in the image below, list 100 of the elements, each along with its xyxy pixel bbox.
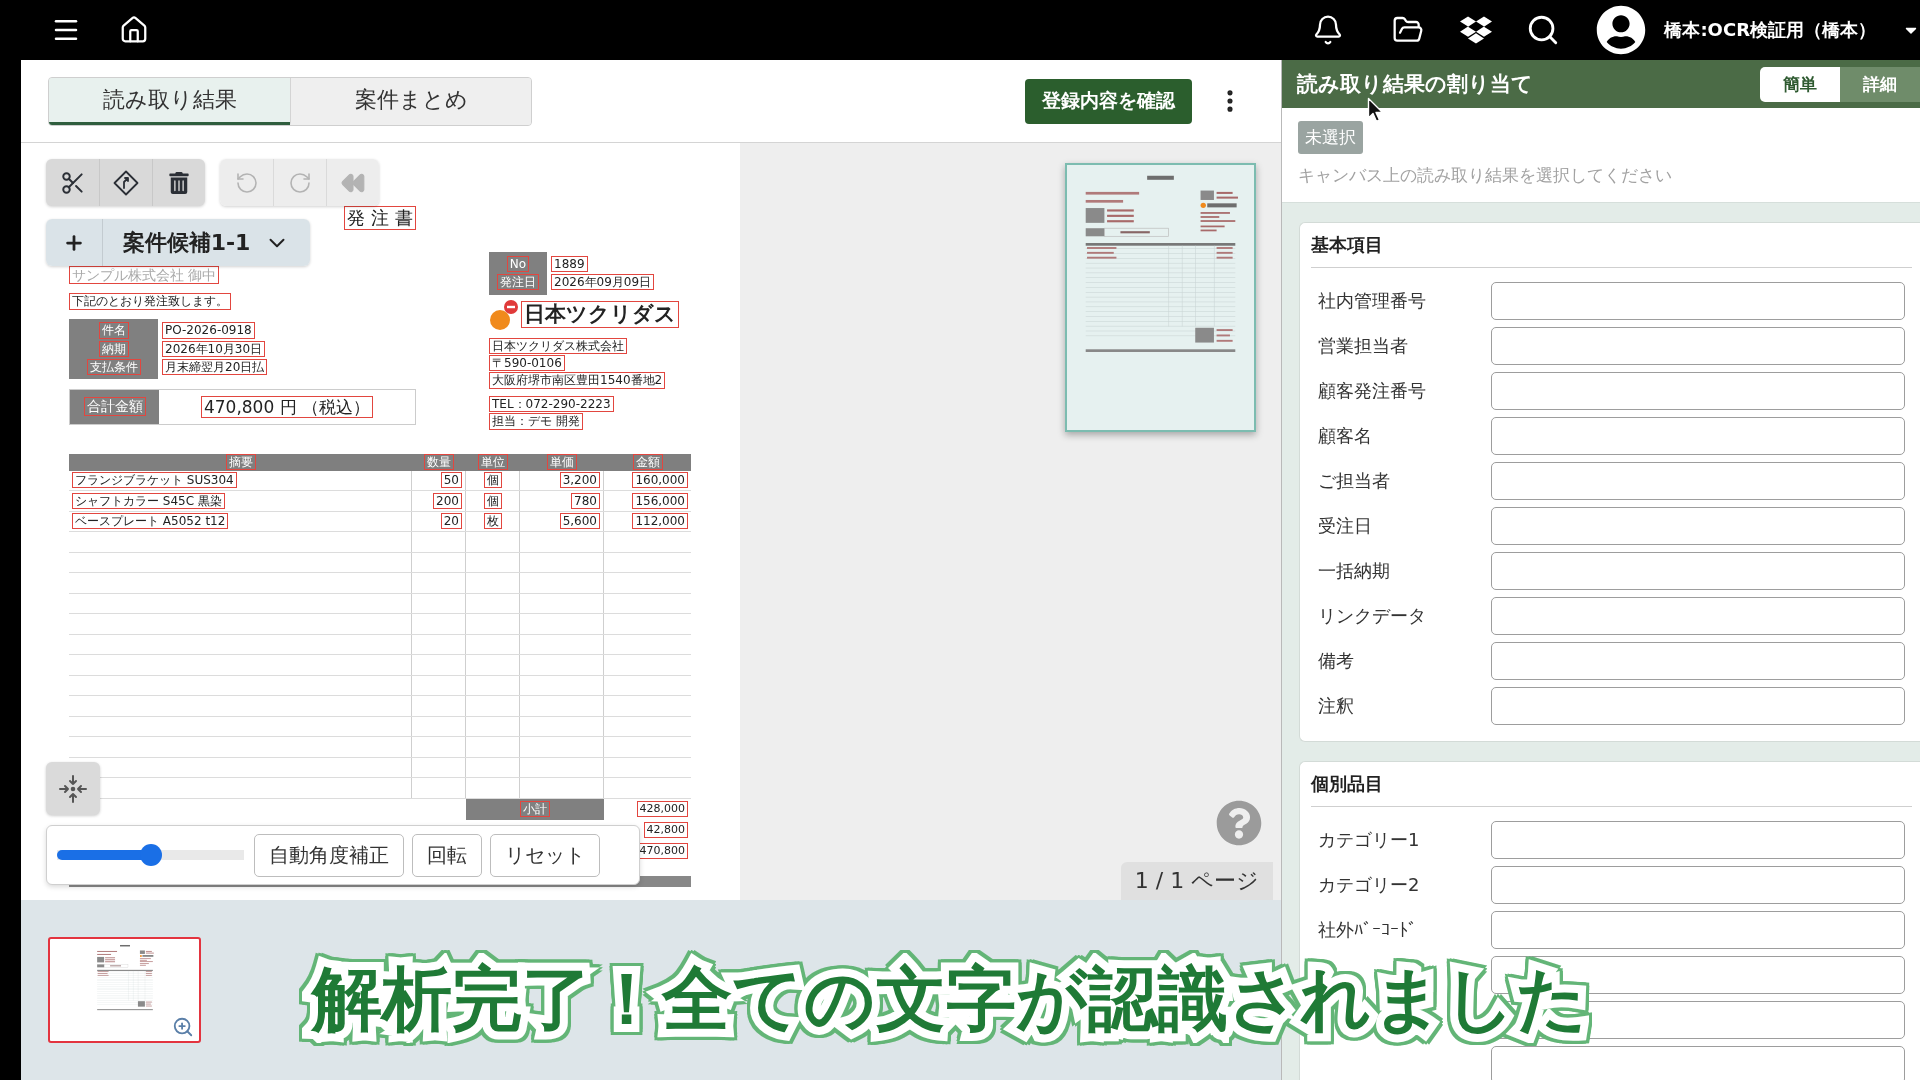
field-label: 支払条件 [86,358,141,376]
status-badge: 未選択 [1298,121,1363,154]
total-amount: 470,800 円 （税込） [200,395,374,418]
table-cell: 5,600 [559,513,600,530]
text-field[interactable] [1491,462,1905,500]
table-cell: 個 [483,492,502,509]
field-label: 営業担当者 [1318,334,1409,358]
table-cell: 20 [440,513,462,530]
company-info: 〒590-0106 [489,355,565,372]
view-tab[interactable]: 案件まとめ [290,77,531,125]
field-label: リンクデータ [1318,604,1427,628]
field-value: 2026年09月09日 [551,274,655,291]
text-field[interactable] [1491,687,1905,725]
text-field[interactable] [1491,507,1905,545]
document-title: 発 注 書 [344,206,416,230]
trash-icon [168,171,190,194]
field-value: 1889 [551,255,588,273]
column-header: 金額 [632,453,663,471]
summary-label: 小計 [520,800,550,818]
total-label: 合計金額 [83,397,146,417]
text-field[interactable] [1491,597,1905,635]
summary-value: 428,000 [636,801,688,817]
table-cell: 50 [440,472,462,489]
company-info: 大阪府堺市南区豊田1540番地2 [489,372,666,389]
rotation-button[interactable]: 回転 [412,833,482,877]
mode-tab[interactable]: 詳細 [1840,66,1920,102]
recipient-name: サンプル株式会社 御中 [69,265,220,285]
counterclockwise-arrow-icon [234,170,259,195]
table-cell: シャフトカラー S45C 黒染 [72,492,225,509]
rotation-button[interactable]: リセット [490,833,600,877]
scissors-icon [59,169,86,196]
page-indicator: 1 / 1 ページ [1121,862,1273,900]
text-field[interactable] [1491,552,1905,590]
avatar-icon[interactable] [1596,5,1647,55]
table-cell: 枚 [483,513,502,530]
slider-thumb[interactable] [139,844,162,866]
table-cell: 3,200 [559,472,600,489]
field-label: カテゴリー1 [1318,828,1421,852]
field-label: 一括納期 [1318,559,1391,583]
table-cell: 160,000 [632,472,688,489]
field-label: 備考 [1318,649,1355,673]
field-label: 社外ﾊﾞｰｺｰﾄﾞ [1318,918,1418,942]
help-icon[interactable] [1216,800,1262,846]
field-value: 2026年10月30日 [162,340,266,357]
field-label: 受注日 [1318,514,1373,538]
field-label: カテゴリー2 [1318,873,1421,897]
arrows-inward-icon [58,773,88,804]
field-label: No [506,255,530,273]
column-header: 単位 [478,453,508,471]
field-value: PO-2026-0918 [162,322,255,339]
intro-text: 下記のとおり発注致します。 [69,293,231,310]
zoom-in-icon[interactable] [172,1016,194,1038]
table-cell: 780 [571,492,600,509]
column-header: 単価 [547,453,577,471]
field-label: 注釈 [1318,694,1355,718]
text-field[interactable] [1491,821,1905,859]
field-label: 納期 [98,340,129,357]
confirm-button[interactable]: 登録内容を確認 [1025,78,1192,124]
field-label: 社内管理番号 [1318,289,1427,313]
section-title: 基本項目 [1311,233,1384,257]
table-cell: フランジブラケット SUS304 [72,472,237,489]
company-logo-text: 日本ツクリダス [521,301,679,329]
text-field[interactable] [1491,372,1905,410]
company-info: 担当：デモ 開発 [489,413,583,430]
table-cell: ベースプレート A5052 t12 [72,513,229,530]
summary-value: 42,800 [643,822,688,838]
text-field[interactable] [1491,642,1905,680]
mode-tab[interactable]: 簡単 [1760,66,1840,102]
column-header: 摘要 [225,453,256,471]
field-value: 月末締翌月20日払 [162,358,268,376]
column-header: 数量 [424,453,454,471]
company-info: 日本ツクリダス株式会社 [489,337,627,354]
table-cell: 200 [433,492,462,509]
rotation-button[interactable]: 自動角度補正 [254,833,404,877]
text-field[interactable] [1491,282,1905,320]
field-label: ご担当者 [1318,469,1391,493]
fit-view-button[interactable] [46,762,100,815]
view-tab[interactable]: 読み取り結果 [49,77,290,125]
table-cell: 112,000 [632,513,688,530]
table-cell: 個 [483,472,502,489]
user-name[interactable]: 橋本:OCR検証用（橋本） [1664,18,1876,42]
logo-icon [489,298,519,331]
dropbox-icon[interactable] [1460,14,1493,46]
company-info: TEL：072-290-2223 [489,395,614,413]
text-field[interactable] [1491,1046,1905,1080]
field-label: 顧客名 [1318,424,1373,448]
text-field[interactable] [1491,417,1905,455]
home-icon[interactable] [119,15,149,45]
candidate-select[interactable]: 案件候補1-1 [103,219,310,266]
text-field[interactable] [1491,327,1905,365]
field-label: 発注日 [497,274,539,291]
section-title: 個別品目 [1311,772,1384,796]
field-label: 件名 [98,322,129,339]
text-field[interactable] [1491,911,1905,949]
page-preview-drawing[interactable] [1065,163,1256,432]
panel-title: 読み取り結果の割り当て [1297,71,1533,98]
clockwise-arrow-icon [288,170,312,195]
hint-text: キャンバス上の読み取り結果を選択してください [1298,164,1672,187]
page-thumbnail[interactable] [48,937,201,1043]
text-field[interactable] [1491,866,1905,904]
